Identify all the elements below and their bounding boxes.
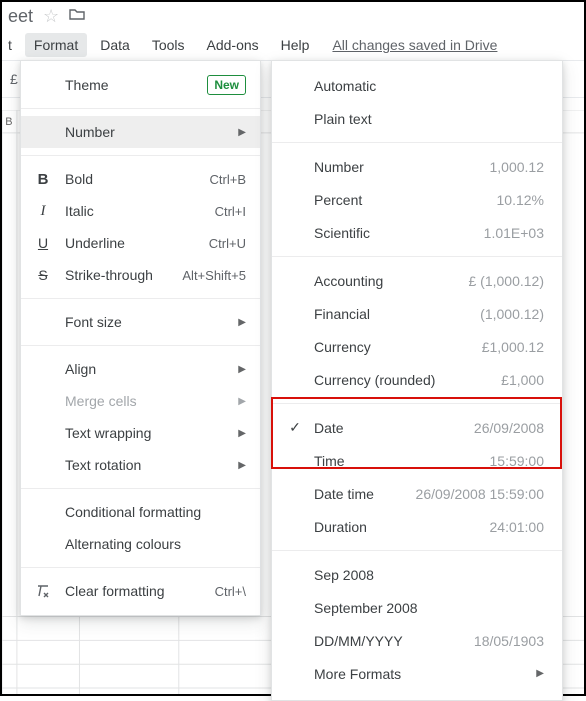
menu-item-align[interactable]: Align ▶	[21, 353, 260, 385]
menu-item-underline[interactable]: U Underline Ctrl+U	[21, 227, 260, 259]
fmt-ddmmyyyy[interactable]: DD/MM/YYYY18/05/1903	[272, 624, 562, 657]
merge-label: Merge cells	[65, 393, 226, 409]
currency-format-button[interactable]: £	[10, 71, 18, 87]
strike-label: Strike-through	[65, 267, 170, 283]
menu-insert-suffix[interactable]: t	[8, 33, 21, 57]
theme-label: Theme	[65, 77, 195, 93]
chevron-right-icon: ▶	[238, 364, 246, 375]
new-badge: New	[207, 75, 246, 95]
bold-label: Bold	[65, 171, 198, 187]
save-status-link[interactable]: All changes saved in Drive	[332, 37, 497, 53]
menu-addons[interactable]: Add-ons	[198, 33, 268, 57]
alt-label: Alternating colours	[65, 536, 246, 552]
number-submenu: Automatic Plain text Number1,000.12 Perc…	[271, 60, 563, 701]
cond-label: Conditional formatting	[65, 504, 246, 520]
align-label: Align	[65, 361, 226, 377]
chevron-right-icon: ▶	[530, 668, 544, 679]
star-icon[interactable]: ☆	[43, 6, 59, 27]
fmt-time[interactable]: Time15:59:00	[272, 444, 562, 477]
menu-format[interactable]: Format	[25, 33, 87, 57]
fmt-automatic[interactable]: Automatic	[272, 69, 562, 102]
fmt-currency-rounded[interactable]: Currency (rounded)£1,000	[272, 363, 562, 396]
chevron-right-icon: ▶	[238, 396, 246, 407]
fmt-duration[interactable]: Duration24:01:00	[272, 510, 562, 543]
doc-name-suffix: eet	[8, 6, 33, 27]
menu-item-merge-cells[interactable]: Merge cells ▶	[21, 385, 260, 417]
font-size-label: Font size	[65, 314, 226, 330]
menu-item-alternating-colours[interactable]: Alternating colours	[21, 528, 260, 560]
menu-item-bold[interactable]: B Bold Ctrl+B	[21, 163, 260, 195]
rotate-label: Text rotation	[65, 457, 226, 473]
fmt-plain-text[interactable]: Plain text	[272, 102, 562, 135]
fmt-currency[interactable]: Currency£1,000.12	[272, 330, 562, 363]
menu-item-number[interactable]: Number ▶	[21, 116, 260, 148]
fmt-number[interactable]: Number1,000.12	[272, 150, 562, 183]
chevron-right-icon: ▶	[238, 127, 246, 138]
folder-icon[interactable]	[69, 6, 85, 27]
bold-icon: B	[33, 171, 53, 188]
menu-item-text-rotation[interactable]: Text rotation ▶	[21, 449, 260, 481]
chevron-right-icon: ▶	[238, 460, 246, 471]
strikethrough-icon: S	[33, 267, 53, 283]
chevron-right-icon: ▶	[238, 428, 246, 439]
fmt-month-long[interactable]: September 2008	[272, 591, 562, 624]
clear-label: Clear formatting	[65, 583, 203, 599]
fmt-financial[interactable]: Financial(1,000.12)	[272, 297, 562, 330]
chevron-right-icon: ▶	[238, 317, 246, 328]
menu-data[interactable]: Data	[91, 33, 139, 57]
underline-label: Underline	[65, 235, 197, 251]
format-menu: Theme New Number ▶ B Bold Ctrl+B I Itali…	[20, 60, 261, 616]
menu-item-theme[interactable]: Theme New	[21, 69, 260, 101]
menubar: t Format Data Tools Add-ons Help All cha…	[2, 30, 584, 60]
fmt-month-short[interactable]: Sep 2008	[272, 558, 562, 591]
check-icon: ✓	[286, 419, 304, 436]
fmt-more-formats[interactable]: More Formats▶	[272, 657, 562, 690]
wrap-label: Text wrapping	[65, 425, 226, 441]
fmt-accounting[interactable]: Accounting£ (1,000.12)	[272, 264, 562, 297]
menu-item-clear-formatting[interactable]: Clear formatting Ctrl+\	[21, 575, 260, 607]
italic-label: Italic	[65, 203, 203, 219]
menu-item-text-wrapping[interactable]: Text wrapping ▶	[21, 417, 260, 449]
fmt-scientific[interactable]: Scientific1.01E+03	[272, 216, 562, 249]
fmt-percent[interactable]: Percent10.12%	[272, 183, 562, 216]
menu-help[interactable]: Help	[272, 33, 319, 57]
menu-item-italic[interactable]: I Italic Ctrl+I	[21, 195, 260, 227]
clear-shortcut: Ctrl+\	[215, 584, 246, 599]
italic-icon: I	[33, 203, 53, 220]
fmt-date[interactable]: ✓Date26/09/2008	[272, 411, 562, 444]
underline-shortcut: Ctrl+U	[209, 236, 246, 251]
menu-item-conditional-formatting[interactable]: Conditional formatting	[21, 496, 260, 528]
bold-shortcut: Ctrl+B	[210, 172, 246, 187]
fmt-date-time[interactable]: Date time26/09/2008 15:59:00	[272, 477, 562, 510]
col-header-b: B	[5, 116, 12, 128]
clear-formatting-icon	[33, 583, 53, 599]
underline-icon: U	[33, 235, 53, 251]
italic-shortcut: Ctrl+I	[215, 204, 246, 219]
number-label: Number	[65, 124, 226, 140]
strike-shortcut: Alt+Shift+5	[182, 268, 246, 283]
title-bar: eet ☆	[2, 2, 584, 30]
menu-item-strikethrough[interactable]: S Strike-through Alt+Shift+5	[21, 259, 260, 291]
menu-item-font-size[interactable]: Font size ▶	[21, 306, 260, 338]
menu-tools[interactable]: Tools	[143, 33, 194, 57]
